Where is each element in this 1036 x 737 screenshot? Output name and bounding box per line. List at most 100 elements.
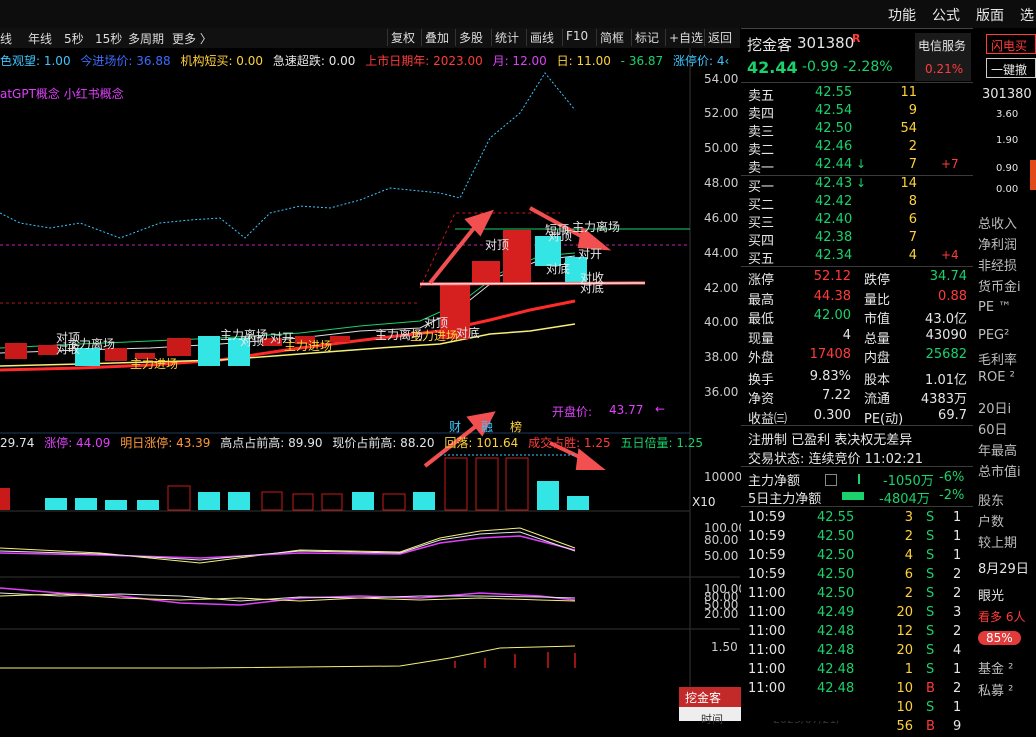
period-5s[interactable]: 5秒 [64, 30, 84, 47]
period-15s[interactable]: 15秒 [95, 30, 122, 47]
popup-title: 挖金客 [685, 691, 722, 705]
overlay-button[interactable]: 叠加 [421, 29, 452, 46]
far-item: PE ™ [978, 300, 1012, 315]
stat-value: 25682 [925, 347, 967, 362]
tick-time: 11:00 [748, 605, 786, 620]
kline-chart-area[interactable]: 色观望: 1.00 今进场价: 36.88 机构短买: 0.00 急速超跌: 0… [0, 48, 746, 721]
adjust-button[interactable]: 复权 [387, 29, 418, 46]
vol-tomorrow-limit: 明日涨停: 43.39 [120, 436, 211, 450]
menu-layout[interactable]: 版面 [976, 5, 1004, 25]
bid-row[interactable]: 买四 42.38 7 [741, 230, 973, 249]
book-volume: 9 [908, 103, 917, 118]
menu-formula[interactable]: 公式 [932, 5, 960, 25]
stat-value: 4383万 [920, 392, 967, 407]
price-tick: 38.00 [704, 350, 739, 364]
flow-label-5d: 5日主力净额 [748, 492, 822, 507]
menu-select[interactable]: 选 [1020, 5, 1034, 25]
mark-button[interactable]: 标记 [631, 29, 662, 46]
tick-time: 10:59 [748, 548, 786, 563]
price-tick: 40.00 [704, 315, 739, 329]
tag-rank[interactable]: 榜 [510, 418, 522, 435]
period-line[interactable]: 线 [0, 30, 12, 47]
stock-name: 挖金客 [747, 36, 793, 54]
stat-value: 42.00 [813, 308, 851, 323]
multi-stock-button[interactable]: 多股 [455, 29, 486, 46]
tick-row[interactable]: 11:00 42.50 2 S 2 [741, 586, 973, 604]
volume-unit: X10 [692, 495, 716, 509]
multi-period[interactable]: 多周期 [128, 30, 164, 47]
tag-margin[interactable]: 融 [481, 418, 493, 435]
chart-annotation: 对底 [546, 262, 571, 276]
add-favorite-button[interactable]: +自选 [665, 29, 706, 46]
indicator-day: 日: 11.00 [556, 54, 611, 68]
tick-row[interactable]: 11:00 42.48 1 S 1 [741, 662, 973, 680]
menu-function[interactable]: 功能 [888, 5, 916, 25]
down-arrow-icon: ↓ [856, 176, 867, 190]
far-item: 货币金i [978, 280, 1021, 295]
book-volume: 7 [908, 230, 917, 245]
tick-row[interactable]: 56 B 9 [741, 719, 973, 737]
tick-price: 42.50 [817, 548, 855, 563]
book-price: 42.42 [815, 194, 853, 209]
more-menu[interactable]: 更多 〉 [172, 30, 212, 47]
indicator-drop: 急速超跌: 0.00 [272, 54, 356, 68]
open-price-value: 43.77 [609, 403, 644, 417]
vol-current-ratio: 现价占前高: 88.20 [332, 436, 435, 450]
osc3-tick: 1.50 [711, 640, 738, 654]
flash-buy-button[interactable]: 闪电买 [986, 34, 1036, 54]
info-icon[interactable] [825, 474, 837, 486]
bid-row[interactable]: 买三 42.40 6 [741, 212, 973, 231]
book-label: 卖三 [748, 125, 775, 140]
stat-value: 44.38 [813, 288, 851, 304]
stat-value: 34.74 [929, 269, 967, 284]
stat-label: 净资 [748, 392, 775, 407]
stat-row: 最低 42.00 市值 43.0亿 [741, 308, 973, 327]
tick-row[interactable]: 11:00 42.48 10 B 2 [741, 681, 973, 699]
tick-volume: 10 [896, 700, 913, 715]
ask-row[interactable]: 卖一 42.44 7 +7 ↓ [741, 157, 973, 176]
ask-row[interactable]: 卖三 42.50 54 [741, 121, 973, 140]
flow-value-main: -1050万 [883, 474, 934, 489]
simple-frame-button[interactable]: 简框 [596, 29, 627, 46]
tick-side: S [926, 700, 935, 715]
tick-row[interactable]: 11:00 42.49 20 S 3 [741, 605, 973, 623]
stat-label: 收益㈢ [748, 411, 788, 427]
far-axis-tick: 0.90 [996, 163, 1019, 174]
bid-row[interactable]: 买五 42.34 4 +4 [741, 248, 973, 267]
tick-row[interactable]: 11:00 42.48 20 S 4 [741, 643, 973, 661]
book-delta: +7 [941, 157, 959, 171]
indicator-line: 色观望: 1.00 今进场价: 36.88 机构短买: 0.00 急速超跌: 0… [0, 52, 735, 69]
tick-volume: 10 [896, 681, 913, 696]
stats-button[interactable]: 统计 [491, 29, 522, 46]
tick-price: 42.50 [817, 567, 855, 582]
vol-pullback: 回落: 101.64 [444, 436, 519, 450]
tick-side: S [926, 548, 935, 563]
tick-volume: 2 [904, 586, 913, 601]
back-button[interactable]: 返回 [704, 29, 735, 46]
f10-button[interactable]: F10 [562, 29, 591, 46]
tick-row[interactable]: 10:59 42.50 6 S 2 [741, 567, 973, 585]
stat-label: 最低 [748, 312, 775, 327]
book-label: 卖二 [748, 143, 775, 158]
tick-row[interactable]: 10 S 1 [741, 700, 973, 718]
stat-label: 外盘 [748, 351, 775, 366]
stat-row: 收益㈢ 0.300 PE(动) 69.7 [741, 408, 973, 427]
bid-row[interactable]: 买二 42.42 8 [741, 194, 973, 213]
draw-line-button[interactable]: 画线 [526, 29, 557, 46]
tag-finance[interactable]: 财 [449, 418, 461, 435]
stat-row: 最高 44.38 量比 0.88 [741, 288, 973, 308]
sector-box[interactable]: 电信服务 0.21% [915, 33, 971, 81]
tick-row[interactable]: 10:59 42.50 2 S 1 [741, 529, 973, 547]
tick-row[interactable]: 10:59 42.55 3 S 1 [741, 510, 973, 528]
stock-change: -0.99 [802, 59, 839, 75]
period-year[interactable]: 年线 [28, 30, 52, 47]
tick-row[interactable]: 10:59 42.50 4 S 1 [741, 548, 973, 566]
bid-row[interactable]: 买一 42.43 14 ↓ [741, 176, 973, 195]
ask-row[interactable]: 卖二 42.46 2 [741, 139, 973, 158]
ask-row[interactable]: 卖四 42.54 9 [741, 103, 973, 122]
cancel-all-button[interactable]: 一键撤 [986, 58, 1036, 78]
ask-row[interactable]: 卖五 42.55 11 [741, 85, 973, 104]
tick-time: 11:00 [748, 586, 786, 601]
tick-volume: 2 [904, 529, 913, 544]
tick-row[interactable]: 11:00 42.48 12 S 2 [741, 624, 973, 642]
